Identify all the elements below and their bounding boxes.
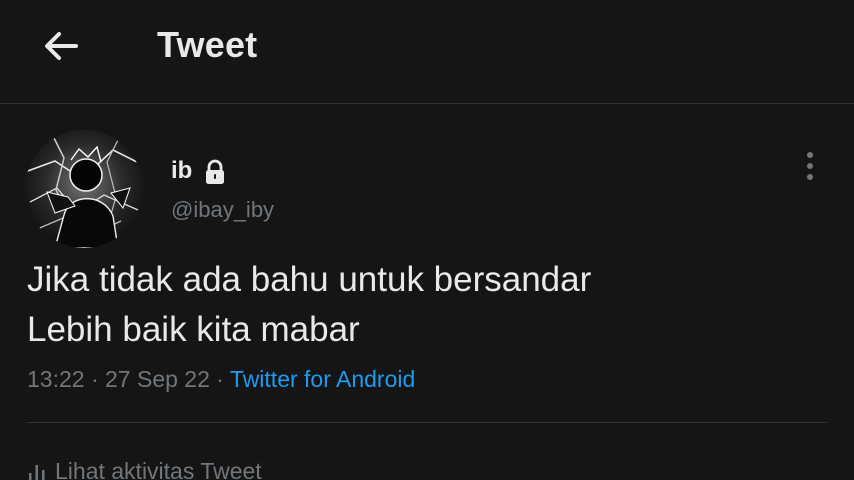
more-options-button[interactable] <box>794 146 826 186</box>
author-display-name[interactable]: ib <box>171 157 192 185</box>
arrow-left-icon <box>45 32 78 60</box>
tweet-detail-screen: Tweet ib @ibay_iby Jika tidak ada bahu u… <box>0 0 854 480</box>
meta-separator: · <box>209 366 230 392</box>
tweet-text-line: Lebih baik kita mabar <box>27 310 360 349</box>
author-username[interactable]: @ibay_iby <box>171 197 274 223</box>
tweet-text-line: Jika tidak ada bahu untuk bersandar <box>27 260 592 299</box>
lock-icon <box>202 159 228 185</box>
tweet-metadata: 13:22 · 27 Sep 22 · Twitter for Android <box>27 366 415 393</box>
tweet-time: 13:22 <box>27 366 85 392</box>
tweet-body: Jika tidak ada bahu untuk bersandar Lebi… <box>27 255 827 355</box>
author-avatar[interactable] <box>25 130 143 248</box>
top-app-bar: Tweet <box>0 0 854 104</box>
view-tweet-activity-label: Lihat aktivitas Tweet <box>55 457 262 480</box>
meta-separator: · <box>84 366 106 392</box>
tweet-date: 27 Sep 22 <box>105 366 210 392</box>
back-button[interactable] <box>36 22 86 70</box>
section-divider <box>27 422 827 423</box>
tweet-source-link[interactable]: Twitter for Android <box>230 366 415 392</box>
profile-avatar-icon <box>25 130 143 248</box>
analytics-bar-icon <box>29 465 45 480</box>
view-tweet-activity-button[interactable]: Lihat aktivitas Tweet <box>27 456 262 480</box>
page-title: Tweet <box>157 24 258 65</box>
more-vertical-icon <box>807 152 813 180</box>
